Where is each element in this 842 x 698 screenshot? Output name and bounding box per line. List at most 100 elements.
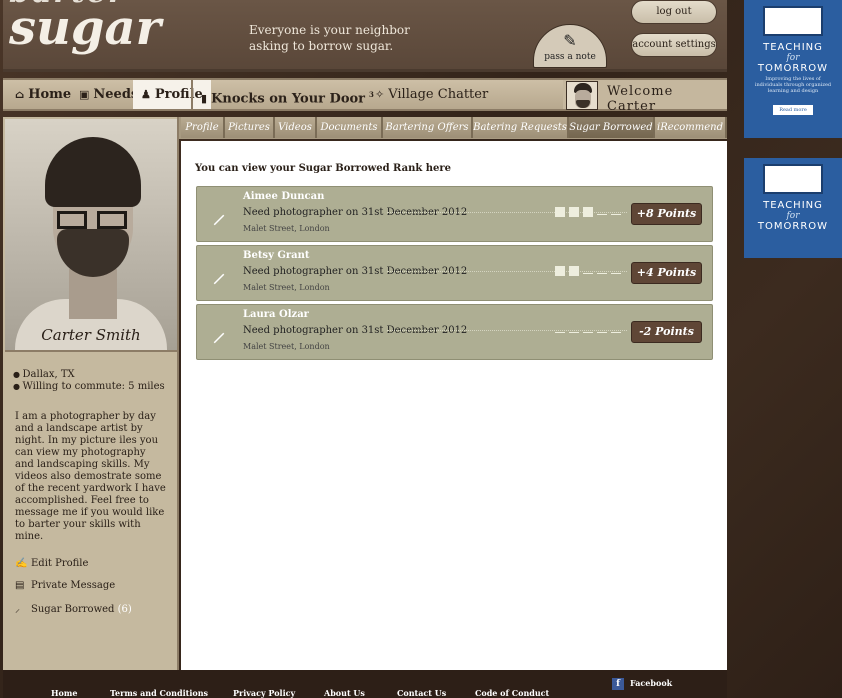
footer-link-home[interactable]: Home [51,688,77,698]
rating-square-empty [611,207,621,215]
site-header: barter sugar Everyone is your neighbor a… [3,0,727,72]
chatter-icon: ✧ [375,88,385,101]
profile-name: Carter Smith [41,326,141,344]
footer-link-conduct[interactable]: Code of Conduct [475,688,549,698]
avatar[interactable] [566,81,598,110]
message-icon: ▤ [15,580,25,591]
entry-location: Malet Street, London [243,224,330,233]
footer-link-terms[interactable]: Terms and Conditions [110,688,208,698]
rating-square [555,207,565,217]
ad-small-text: Improving the lives of individuals throu… [754,76,832,94]
site-footer: Home Terms and Conditions Privacy Policy… [3,670,727,698]
private-message-label: Private Message [31,580,116,591]
rating-square-empty [611,266,621,274]
ad-banner[interactable]: TEACHING for TOMORROW [744,158,842,258]
footer-link-about[interactable]: About Us [324,688,365,698]
points-badge[interactable]: -2 Points [631,321,702,343]
site-logo[interactable]: barter sugar [9,0,161,52]
nav-profile[interactable]: ♟ Profile [133,80,211,109]
main-content: You can view your Sugar Borrowed Rank he… [181,141,727,670]
tagline: Everyone is your neighbor asking to borr… [249,23,410,53]
pass-note-button[interactable]: ✎ pass a note [533,24,607,68]
nav-village-chatter[interactable]: ✧ Village Chatter [375,80,488,109]
entry-location: Malet Street, London [243,283,330,292]
profile-location: Dallax, TX [13,369,173,381]
ad-for: for [786,211,800,221]
spoon-icon: ⸝ [15,604,20,615]
logout-button[interactable]: log out [631,0,717,24]
note-icon: ✎ [563,31,577,50]
spoon-icon: ⸝ [211,197,226,230]
rank-heading[interactable]: You can view your Sugar Borrowed Rank he… [195,163,451,174]
person-icon: ♟ [141,88,151,101]
rating-square [583,207,593,217]
ad-subtitle: TOMORROW [757,221,829,232]
points-badge[interactable]: +8 Points [631,203,702,225]
ad-read-more-button[interactable]: Read more [773,105,813,115]
welcome-area: Welcome Carter [563,80,727,114]
entry-name: Betsy Grant [243,250,310,261]
tab-irecommend[interactable]: iRecommend [655,117,727,138]
rating-square [555,266,565,276]
entry-name: Aimee Duncan [243,191,325,202]
tab-documents[interactable]: Documents [317,117,383,138]
tab-sugar-borrowed[interactable]: Sugar Borrowed [569,117,655,138]
ad-title: TEACHING [763,42,823,53]
ad-illustration [763,164,823,194]
tab-videos[interactable]: Videos [275,117,317,138]
rating-square-empty [597,266,607,274]
nav-needs[interactable]: ▣ Needs [79,80,138,109]
tab-profile[interactable]: Profile [181,117,225,138]
logo-line-1: barter [9,0,161,8]
nav-home-label: Home [28,87,72,102]
spoon-icon: ⸝ [211,315,226,348]
ad-banner[interactable]: TEACHING for TOMORROW Improving the live… [744,0,842,138]
nav-home[interactable]: ⌂ Home [15,80,71,109]
rating-square-empty [583,325,593,333]
facebook-icon: f [612,678,624,690]
welcome-text: Welcome Carter [607,84,674,114]
rating-square-empty [597,207,607,215]
edit-icon: ✍ [15,558,28,569]
footer-link-contact[interactable]: Contact Us [397,688,446,698]
rating-square-empty [611,325,621,333]
main-nav: ⌂ Home ▣ Needs ♟ Profile ▮ Knocks on Your Do… [3,78,727,114]
facebook-label: Facebook [630,678,673,688]
points-badge[interactable]: +4 Points [631,262,702,284]
sugar-borrowed-label: Sugar Borrowed [31,604,115,615]
profile-photo: Carter Smith [5,119,177,352]
list-item[interactable]: ⸝ Betsy Grant Need photographer on 31st … [196,245,713,301]
rating-square-empty [569,325,579,333]
profile-bio: I am a photographer by day and a landsca… [15,411,166,542]
door-icon: ▮ [201,92,208,106]
knocks-badge: 3 [369,90,374,99]
account-settings-button[interactable]: account settings [631,33,717,57]
rating-square [569,266,579,276]
sugar-borrowed-link[interactable]: ⸝ Sugar Borrowed (6) [15,601,132,615]
edit-profile-label: Edit Profile [31,558,89,569]
logo-line-2: sugar [9,0,161,56]
edit-profile-link[interactable]: ✍ Edit Profile [15,558,88,569]
nav-chatter-label: Village Chatter [388,87,489,102]
ad-title: TEACHING [763,200,823,211]
private-message-link[interactable]: ▤ Private Message [15,580,115,591]
tab-bartering-offers[interactable]: Bartering Offers [383,117,473,138]
nav-needs-label: Needs [93,87,139,102]
rating-square-empty [597,325,607,333]
ad-subtitle: TOMORROW [757,63,829,74]
entry-location: Malet Street, London [243,342,330,351]
tab-batering-requests[interactable]: Batering Requests [473,117,569,138]
list-item[interactable]: ⸝ Aimee Duncan Need photographer on 31st… [196,186,713,242]
nav-profile-label: Profile [154,87,203,102]
list-item[interactable]: ⸝ Laura Olzar Need photographer on 31st … [196,304,713,360]
nav-knocks[interactable]: ▮ Knocks on Your Door 3 [201,80,374,109]
facebook-link[interactable]: f Facebook [612,678,672,690]
profile-tabs: Profile Pictures Videos Documents Barter… [179,117,727,139]
sugar-borrowed-count: (6) [117,604,132,615]
tab-pictures[interactable]: Pictures [225,117,275,138]
ad-illustration [763,6,823,36]
entry-name: Laura Olzar [243,309,309,320]
nav-divider [191,80,193,109]
rating-square-empty [555,325,565,333]
footer-link-privacy[interactable]: Privacy Policy [233,688,295,698]
